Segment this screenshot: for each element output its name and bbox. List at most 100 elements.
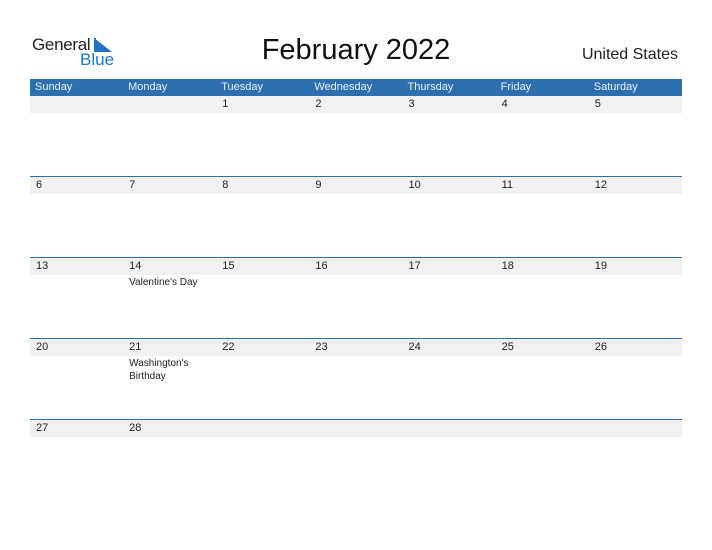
holiday-label (409, 113, 489, 114)
day-number (409, 420, 496, 437)
week-row: 27 28 (30, 419, 682, 501)
day-cell: 12 (589, 177, 682, 195)
week-row: 6 7 8 9 10 11 12 (30, 176, 682, 258)
day-cell: 9 (309, 177, 402, 195)
holiday-label (36, 437, 116, 438)
country-label: United States (581, 46, 678, 63)
day-cell (216, 420, 309, 438)
holiday-label (409, 356, 489, 357)
day-cell (309, 420, 402, 438)
day-number: 11 (501, 179, 514, 191)
day-number (315, 420, 402, 437)
day-cell: 1 (216, 96, 309, 114)
day-cell: 28 (123, 420, 216, 438)
holiday-label (502, 194, 582, 195)
day-number (502, 420, 589, 437)
day-cell: 8 (216, 177, 309, 195)
day-number: 8 (222, 179, 229, 191)
day-number: 27 (36, 422, 49, 434)
holiday-label (315, 275, 395, 276)
day-cell: 23 (309, 339, 402, 383)
day-number (222, 420, 309, 437)
day-number: 17 (408, 260, 421, 272)
holiday-label (409, 194, 489, 195)
day-number: 7 (129, 179, 136, 191)
day-cell: 13 (30, 258, 123, 289)
day-number: 10 (408, 179, 421, 191)
day-number (129, 96, 216, 113)
holiday-label (315, 194, 395, 195)
holiday-label (595, 437, 675, 438)
day-cell: 6 (30, 177, 123, 195)
weekday-thursday: Thursday (407, 81, 454, 93)
holiday-label (595, 113, 675, 114)
day-cell: 15 (216, 258, 309, 289)
weekday-sunday: Sunday (35, 81, 73, 93)
holiday-label (222, 113, 302, 114)
weekday-tuesday: Tuesday (221, 81, 264, 93)
holiday-label: Valentine's Day (129, 277, 198, 288)
week-row: 1 2 3 4 5 (30, 96, 682, 177)
day-number: 26 (594, 341, 607, 353)
day-cell (123, 96, 216, 114)
holiday-label (36, 194, 116, 195)
holiday-label (222, 437, 302, 438)
day-cell (30, 96, 123, 114)
weekday-monday: Monday (128, 81, 168, 93)
holiday-label (502, 356, 582, 357)
day-number: 2 (315, 98, 322, 110)
day-cell: 2 (309, 96, 402, 114)
holiday-label (315, 437, 395, 438)
day-number (36, 96, 123, 113)
day-cell: 17 (403, 258, 496, 289)
day-number: 6 (36, 179, 43, 191)
holiday-label (502, 275, 582, 276)
day-number: 18 (501, 260, 514, 272)
day-cell: 16 (309, 258, 402, 289)
day-cell: 18 (496, 258, 589, 289)
day-number: 9 (315, 179, 322, 191)
weekday-saturday: Saturday (593, 81, 638, 93)
day-cell: 3 (403, 96, 496, 114)
holiday-label (129, 194, 209, 195)
holiday-label (36, 356, 116, 357)
day-number: 21 (129, 341, 142, 353)
day-cell: 14 Valentine's Day (123, 258, 216, 289)
day-number: 16 (315, 260, 328, 272)
holiday-label (595, 356, 675, 357)
day-cell: 4 (496, 96, 589, 114)
week-row: 13 14 Valentine's Day 15 16 17 18 19 (30, 257, 682, 339)
holiday-label (409, 275, 489, 276)
day-cell (496, 420, 589, 438)
week-row: 20 21 Washington's Birthday 22 23 24 25 26 (30, 338, 682, 420)
day-number: 14 (129, 260, 142, 272)
weekday-header: Sunday Monday Tuesday Wednesday Thursday… (30, 79, 682, 96)
weekday-friday: Friday (500, 81, 532, 93)
day-cell: 20 (30, 339, 123, 383)
day-cell: 7 (123, 177, 216, 195)
holiday-label (222, 194, 302, 195)
day-number: 22 (222, 341, 235, 353)
day-cell: 11 (496, 177, 589, 195)
holiday-label (502, 113, 582, 114)
holiday-label (502, 437, 582, 438)
day-number: 28 (129, 422, 142, 434)
day-number: 12 (594, 179, 607, 191)
day-number: 5 (594, 98, 601, 110)
day-number: 4 (501, 98, 508, 110)
day-number: 24 (408, 341, 421, 353)
day-cell (403, 420, 496, 438)
holiday-label (315, 113, 395, 114)
holiday-label (222, 356, 302, 357)
holiday-label (36, 113, 116, 114)
holiday-label (409, 437, 489, 438)
day-cell: 26 (589, 339, 682, 383)
day-number: 20 (36, 341, 49, 353)
weekday-wednesday: Wednesday (314, 81, 373, 93)
day-cell: 5 (589, 96, 682, 114)
day-number: 19 (594, 260, 607, 272)
holiday-label (595, 275, 675, 276)
day-number: 1 (222, 98, 229, 110)
holiday-label (129, 437, 209, 438)
day-cell (589, 420, 682, 438)
